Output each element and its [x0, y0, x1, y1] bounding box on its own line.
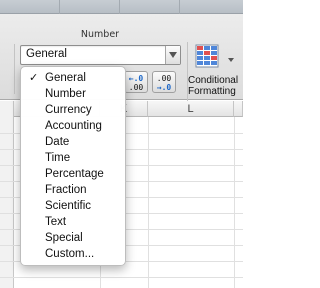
increase-decimal-icon: ←.0 [128, 74, 144, 83]
checkmark-icon: ✓ [29, 71, 39, 84]
tab-strip-segment [120, 0, 180, 14]
menu-item-date[interactable]: Date [21, 134, 125, 150]
menu-item-label: Currency [45, 104, 92, 116]
tab-strip-segment [0, 0, 60, 14]
chevron-down-icon[interactable] [165, 46, 180, 64]
menu-item-label: Percentage [45, 168, 104, 180]
grid-line [148, 117, 149, 288]
menu-item-percentage[interactable]: Percentage [21, 166, 125, 182]
conditional-formatting-chevron-icon[interactable] [228, 58, 234, 62]
menu-item-label: Date [45, 136, 70, 148]
menu-item-label: Text [45, 216, 67, 228]
menu-item-label: Scientific [45, 200, 92, 212]
menu-item-general[interactable]: ✓ General [21, 70, 125, 86]
row-header-strip [0, 101, 14, 288]
decrease-decimal-sub: .00 [156, 74, 172, 83]
column-header-l[interactable]: L [148, 101, 234, 117]
increase-decimal-button[interactable]: ←.0 .00 [124, 71, 148, 93]
menu-item-label: Time [45, 152, 71, 164]
menu-item-accounting[interactable]: Accounting [21, 118, 125, 134]
number-group-title: Number [80, 29, 120, 40]
menu-item-special[interactable]: Special [21, 230, 125, 246]
menu-item-scientific[interactable]: Scientific [21, 198, 125, 214]
decrease-decimal-icon: →.0 [156, 83, 172, 92]
number-format-select[interactable]: General [20, 45, 181, 65]
tab-strip-segment [60, 0, 120, 14]
menu-item-number[interactable]: Number [21, 86, 125, 102]
menu-item-time[interactable]: Time [21, 150, 125, 166]
grid-line [0, 277, 243, 278]
menu-item-label: General [45, 72, 86, 84]
conditional-formatting-label: Conditional [188, 75, 239, 86]
menu-item-label: Fraction [45, 184, 87, 196]
menu-item-label: Special [45, 232, 83, 244]
menu-item-fraction[interactable]: Fraction [21, 182, 125, 198]
conditional-formatting-button[interactable]: Conditional Formatting [188, 75, 248, 97]
menu-item-currency[interactable]: Currency [21, 102, 125, 118]
number-format-value: General [26, 48, 67, 60]
ribbon-separator [14, 44, 15, 94]
conditional-formatting-label: Formatting [188, 86, 236, 97]
increase-decimal-sub: .00 [128, 83, 144, 92]
decrease-decimal-button[interactable]: .00 →.0 [152, 71, 176, 93]
number-format-menu: ✓ General Number Currency Accounting Dat… [20, 66, 126, 266]
menu-item-label: Number [45, 88, 86, 100]
menu-item-label: Custom... [45, 248, 95, 260]
menu-item-text[interactable]: Text [21, 214, 125, 230]
conditional-formatting-icon[interactable] [195, 44, 219, 68]
menu-item-custom[interactable]: Custom... [21, 246, 125, 262]
grid-line [234, 117, 235, 288]
ribbon-tab-strip [0, 0, 243, 14]
menu-item-label: Accounting [45, 120, 102, 132]
column-header[interactable] [234, 101, 243, 117]
